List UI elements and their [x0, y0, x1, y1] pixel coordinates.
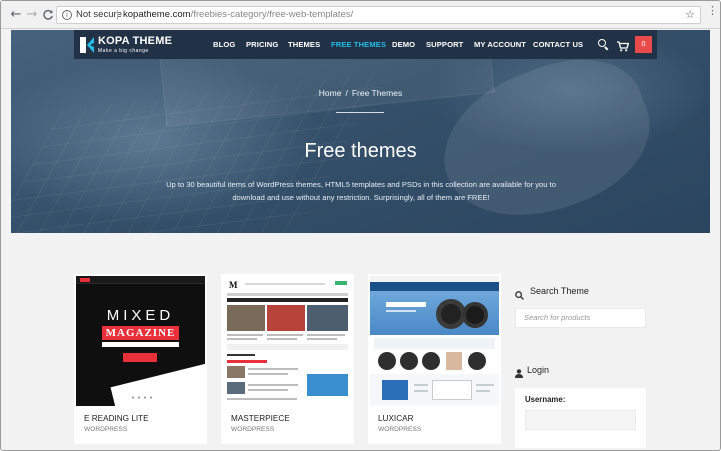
- menu-item-demo[interactable]: DEMO: [392, 40, 415, 49]
- address-bar[interactable]: i Not secure kopatheme.com/freebies-cate…: [56, 6, 701, 24]
- menu-item-themes[interactable]: THEMES: [288, 40, 320, 49]
- browser-window: ← → i Not secure kopatheme.com/freebies-…: [0, 0, 721, 451]
- content-area: MIXED MAGAZINE E READING LITE WORDPRESS …: [11, 233, 710, 448]
- logo-name: KOPA THEME: [98, 35, 173, 47]
- info-icon[interactable]: i: [62, 10, 72, 20]
- thumb-mixed-text: MIXED: [106, 307, 175, 324]
- forward-icon[interactable]: →: [25, 8, 39, 22]
- menu-item-pricing[interactable]: PRICING: [246, 40, 278, 49]
- url-host: kopatheme.com: [123, 9, 191, 20]
- sidebar-search-title: Search Theme: [530, 286, 589, 296]
- breadcrumb-separator: /: [345, 88, 348, 98]
- theme-thumbnail[interactable]: [370, 276, 499, 406]
- search-icon[interactable]: [598, 39, 609, 51]
- user-icon: [515, 365, 523, 383]
- url-text[interactable]: kopatheme.com/freebies-category/free-web…: [123, 7, 353, 23]
- breadcrumb-divider: [336, 112, 384, 113]
- theme-card-luxicar[interactable]: LUXICAR WORDPRESS: [368, 274, 501, 444]
- theme-thumbnail[interactable]: M: [223, 276, 352, 406]
- theme-title[interactable]: E READING LITE: [84, 414, 149, 423]
- theme-category[interactable]: WORDPRESS: [231, 426, 274, 433]
- cart-icon[interactable]: [617, 39, 630, 52]
- theme-title[interactable]: MASTERPIECE: [231, 414, 290, 423]
- theme-title[interactable]: LUXICAR: [378, 414, 414, 423]
- breadcrumb-current: Free Themes: [351, 88, 403, 98]
- theme-category[interactable]: WORDPRESS: [378, 426, 421, 433]
- theme-category[interactable]: WORDPRESS: [84, 426, 127, 433]
- username-label: Username:: [525, 395, 566, 404]
- hero-banner: KOPA THEME Make a big change BLOG PRICIN…: [11, 30, 710, 233]
- menu-item-my-account[interactable]: MY ACCOUNT: [474, 40, 526, 49]
- menu-item-free-themes[interactable]: FREE THEMES: [331, 40, 386, 49]
- page-description: Up to 30 beautiful items of WordPress th…: [166, 180, 556, 202]
- url-path: /freebies-category/free-web-templates/: [190, 9, 354, 20]
- bookmark-star-icon[interactable]: ☆: [685, 7, 695, 23]
- browser-toolbar: ← → i Not secure kopatheme.com/freebies-…: [1, 1, 720, 29]
- security-label: Not secure: [76, 9, 122, 20]
- breadcrumb-home[interactable]: Home: [319, 88, 342, 98]
- login-form: Username:: [515, 388, 646, 448]
- menu-item-blog[interactable]: BLOG: [213, 40, 235, 49]
- sidebar-search-icon: [515, 287, 524, 305]
- thumb-magazine-text: MAGAZINE: [102, 326, 179, 340]
- logo-mark-icon: [80, 37, 94, 53]
- reload-icon[interactable]: [41, 8, 55, 22]
- address-divider: [117, 10, 118, 20]
- back-icon[interactable]: ←: [9, 8, 23, 22]
- menu-item-support[interactable]: SUPPORT: [426, 40, 463, 49]
- cart-count-badge[interactable]: 0: [635, 36, 652, 53]
- browser-menu-icon[interactable]: ⋮: [707, 5, 718, 16]
- menu-item-contact-us[interactable]: CONTACT US: [533, 40, 583, 49]
- theme-card-e-reading-lite[interactable]: MIXED MAGAZINE E READING LITE WORDPRESS: [74, 274, 207, 444]
- site-header: KOPA THEME Make a big change BLOG PRICIN…: [74, 30, 657, 59]
- logo-tagline: Make a big change: [98, 48, 149, 54]
- breadcrumb: Home / Free Themes: [11, 88, 710, 98]
- theme-search-input[interactable]: Search for products: [515, 308, 646, 328]
- sidebar-login-title: Login: [527, 365, 550, 375]
- username-field[interactable]: [525, 410, 636, 430]
- theme-thumbnail[interactable]: MIXED MAGAZINE: [76, 276, 205, 406]
- page-title: Free themes: [304, 140, 417, 162]
- theme-card-masterpiece[interactable]: M MASTERPIECE WORDPRESS: [221, 274, 354, 444]
